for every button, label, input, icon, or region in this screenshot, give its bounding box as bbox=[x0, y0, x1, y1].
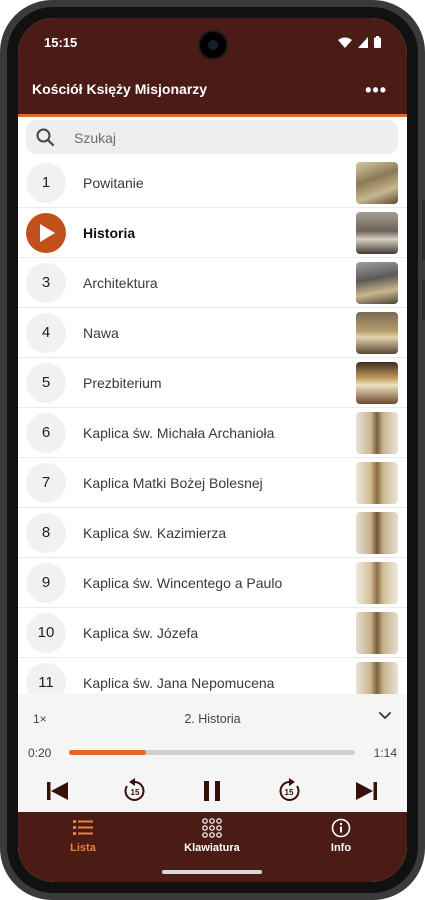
chevron-down-icon[interactable] bbox=[379, 712, 391, 720]
tab-lista[interactable]: Lista bbox=[18, 812, 148, 862]
tab-klawiatura[interactable]: Klawiatura bbox=[147, 812, 277, 862]
bottom-nav: Lista Klawiatura Info bbox=[18, 812, 407, 882]
item-number: 10 bbox=[26, 613, 66, 653]
screen: 15:15 Kościół Księży Misjonarzy ••• Szuk… bbox=[18, 18, 407, 882]
skip-previous-icon[interactable] bbox=[41, 776, 75, 806]
item-thumbnail bbox=[356, 662, 398, 694]
item-label: Historia bbox=[83, 225, 136, 241]
search-bar[interactable] bbox=[26, 120, 398, 156]
app-bar: Kościół Księży Misjonarzy ••• bbox=[18, 68, 407, 114]
wifi-icon bbox=[338, 37, 352, 48]
play-icon bbox=[40, 224, 55, 242]
list-item[interactable]: 10 Kaplica św. Józefa bbox=[18, 608, 407, 658]
item-thumbnail bbox=[356, 162, 398, 204]
list-item[interactable]: Historia bbox=[18, 208, 407, 258]
list-item[interactable]: 5 Prezbiterium bbox=[18, 358, 407, 408]
item-label: Kaplica św. Kazimierza bbox=[83, 525, 227, 541]
item-number: 7 bbox=[26, 463, 66, 503]
skip-next-icon[interactable] bbox=[349, 776, 383, 806]
item-number: 11 bbox=[26, 663, 66, 694]
list-item[interactable]: 1 Powitanie bbox=[18, 158, 407, 208]
item-thumbnail bbox=[356, 412, 398, 454]
item-label: Prezbiterium bbox=[83, 375, 162, 391]
search-icon bbox=[36, 128, 54, 146]
battery-icon bbox=[374, 36, 381, 48]
list-item[interactable]: 8 Kaplica św. Kazimierza bbox=[18, 508, 407, 558]
item-thumbnail bbox=[356, 562, 398, 604]
item-number: 4 bbox=[26, 313, 66, 353]
item-number: 8 bbox=[26, 513, 66, 553]
home-indicator bbox=[162, 870, 262, 874]
progress-slider[interactable] bbox=[69, 750, 355, 755]
item-thumbnail bbox=[356, 612, 398, 654]
item-thumbnail bbox=[356, 462, 398, 504]
status-time: 15:15 bbox=[44, 35, 78, 50]
tab-label: Klawiatura bbox=[184, 842, 240, 854]
search-input[interactable] bbox=[72, 120, 376, 156]
keypad-icon bbox=[202, 818, 222, 838]
list-item[interactable]: 7 Kaplica Matki Bożej Bolesnej bbox=[18, 458, 407, 508]
current-time: 0:20 bbox=[28, 746, 52, 760]
item-thumbnail bbox=[356, 312, 398, 354]
item-thumbnail bbox=[356, 362, 398, 404]
signal-icon bbox=[358, 36, 368, 48]
audio-player: 1× 2. Historia 0:20 1:14 15 15 bbox=[18, 694, 407, 812]
track-list: 1 Powitanie Historia 3 Architektura 4 Na… bbox=[18, 158, 407, 694]
total-time: 1:14 bbox=[373, 746, 397, 760]
list-item[interactable]: 4 Nawa bbox=[18, 308, 407, 358]
forward-15-icon[interactable]: 15 bbox=[272, 776, 306, 806]
list-icon bbox=[73, 820, 93, 835]
item-number: 3 bbox=[26, 263, 66, 303]
info-icon bbox=[331, 818, 351, 838]
accent-divider bbox=[18, 114, 407, 117]
item-label: Kaplica św. Wincentego a Paulo bbox=[83, 575, 283, 591]
app-title: Kościół Księży Misjonarzy bbox=[32, 81, 208, 97]
item-number: 9 bbox=[26, 563, 66, 603]
list-item[interactable]: 9 Kaplica św. Wincentego a Paulo bbox=[18, 558, 407, 608]
item-number: 6 bbox=[26, 413, 66, 453]
item-label: Kaplica św. Jana Nepomucena bbox=[83, 675, 275, 691]
pause-icon[interactable] bbox=[195, 776, 229, 806]
svg-text:15: 15 bbox=[131, 788, 140, 797]
svg-text:15: 15 bbox=[285, 788, 294, 797]
tab-label: Lista bbox=[70, 842, 96, 854]
rewind-15-icon[interactable]: 15 bbox=[118, 776, 152, 806]
item-label: Nawa bbox=[83, 325, 119, 341]
list-item[interactable]: 3 Architektura bbox=[18, 258, 407, 308]
item-number: 5 bbox=[26, 363, 66, 403]
now-playing-title: 2. Historia bbox=[184, 712, 241, 726]
tab-label: Info bbox=[330, 842, 352, 854]
phone-frame: 15:15 Kościół Księży Misjonarzy ••• Szuk… bbox=[0, 0, 425, 900]
list-item[interactable]: 11 Kaplica św. Jana Nepomucena bbox=[18, 658, 407, 694]
item-label: Kaplica św. Józefa bbox=[83, 625, 199, 641]
more-options-icon[interactable]: ••• bbox=[365, 80, 387, 101]
item-thumbnail bbox=[356, 212, 398, 254]
list-item[interactable]: 6 Kaplica św. Michała Archanioła bbox=[18, 408, 407, 458]
item-thumbnail bbox=[356, 262, 398, 304]
item-thumbnail bbox=[356, 512, 398, 554]
item-label: Kaplica Matki Bożej Bolesnej bbox=[83, 475, 263, 491]
play-button[interactable] bbox=[26, 213, 66, 253]
status-bar: 15:15 bbox=[18, 18, 407, 68]
progress-fill bbox=[69, 750, 147, 755]
item-number: 1 bbox=[26, 163, 66, 203]
tab-info[interactable]: Info bbox=[276, 812, 406, 862]
item-label: Architektura bbox=[83, 275, 158, 291]
camera-cutout bbox=[199, 32, 226, 58]
item-label: Kaplica św. Michała Archanioła bbox=[83, 425, 275, 441]
item-label: Powitanie bbox=[83, 175, 144, 191]
